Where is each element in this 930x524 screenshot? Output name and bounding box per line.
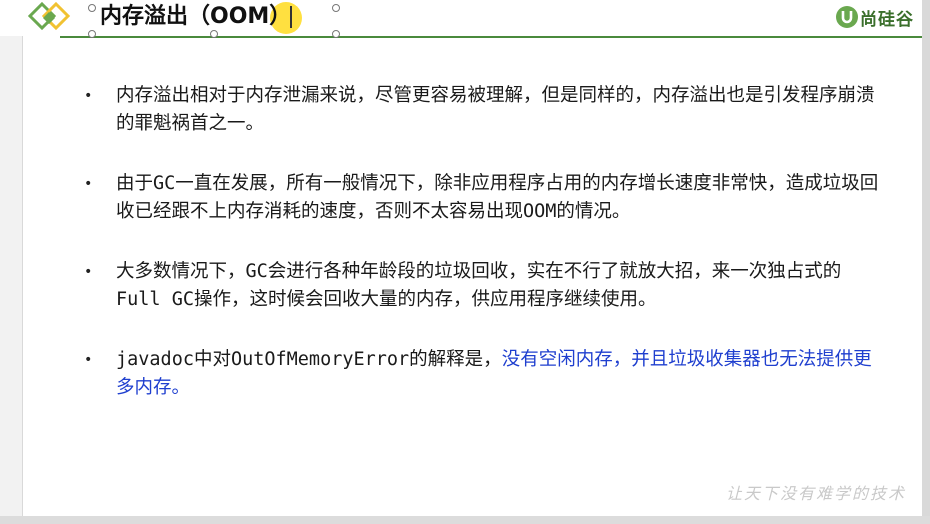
- bullet-item: • javadoc中对OutOfMemoryError的解释是，没有空闲内存，并…: [84, 346, 884, 402]
- slide-title[interactable]: 内存溢出（OOM）: [100, 0, 291, 34]
- window-bottom-border: [0, 516, 930, 524]
- bullet-marker: •: [84, 88, 93, 104]
- bullet-marker: •: [84, 264, 93, 280]
- header-divider: [60, 36, 922, 38]
- bullet-marker: •: [84, 352, 93, 368]
- bullet-text: 由于GC一直在发展，所有一般情况下，除非应用程序占用的内存增长速度非常快，造成垃…: [116, 173, 879, 222]
- brand-name: 尚硅谷: [860, 9, 914, 30]
- brand-logo: 尚硅谷: [836, 4, 914, 30]
- bullet-item: • 大多数情况下，GC会进行各种年龄段的垃圾回收，实在不行了就放大招，来一次独占…: [84, 258, 884, 314]
- text-caret: [290, 6, 292, 28]
- brand-u-icon: [836, 6, 858, 28]
- bullet-text: javadoc中对OutOfMemoryError的解释是，: [116, 349, 502, 370]
- diamond-logo-icon: [28, 2, 71, 31]
- window-right-border: [922, 0, 930, 524]
- bullet-text: 大多数情况下，GC会进行各种年龄段的垃圾回收，实在不行了就放大招，来一次独占式的…: [116, 261, 842, 310]
- bullet-list: • 内存溢出相对于内存泄漏来说，尽管更容易被理解，但是同样的，内存溢出也是引发程…: [84, 82, 884, 434]
- bullet-marker: •: [84, 176, 93, 192]
- slide-left-margin: [0, 36, 23, 516]
- watermark-text: 让天下没有难学的技术: [726, 484, 907, 503]
- bullet-item: • 由于GC一直在发展，所有一般情况下，除非应用程序占用的内存增长速度非常快，造…: [84, 170, 884, 226]
- bullet-text: 内存溢出相对于内存泄漏来说，尽管更容易被理解，但是同样的，内存溢出也是引发程序崩…: [116, 85, 875, 134]
- bullet-item: • 内存溢出相对于内存泄漏来说，尽管更容易被理解，但是同样的，内存溢出也是引发程…: [84, 82, 884, 138]
